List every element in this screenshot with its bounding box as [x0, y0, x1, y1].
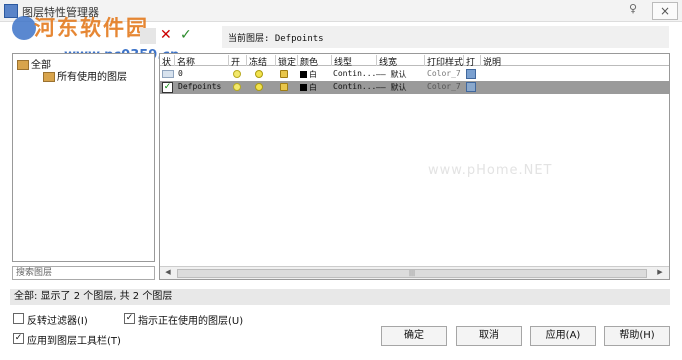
sun-icon[interactable] [255, 70, 263, 78]
col-status[interactable]: 状 [160, 55, 171, 68]
table-row[interactable]: 0 白 Contin... —— 默认 Color_7 [160, 68, 669, 81]
grid-header: 状 名称 开 冻结 锁定 颜色 线型 线宽 打印样式 打 说明 [160, 54, 669, 68]
apply-to-toolbar-label: 应用到图层工具栏(T) [27, 336, 121, 347]
scroll-right-icon[interactable]: ▶ [655, 268, 665, 278]
layer-lineweight[interactable]: —— 默认 [376, 82, 406, 93]
search-input[interactable]: 搜索图层 [12, 266, 155, 280]
col-freeze[interactable]: 冻结 [246, 55, 267, 68]
layer-linetype[interactable]: Contin... [333, 82, 376, 91]
indicate-used-checkbox[interactable]: ✓ [124, 313, 135, 324]
lock-icon[interactable] [280, 70, 288, 78]
app-icon [4, 4, 18, 18]
help-button[interactable]: 帮助(H) [604, 326, 670, 346]
scroll-left-icon[interactable]: ◀ [163, 268, 173, 278]
delete-layer-icon[interactable]: ✕ [160, 28, 176, 44]
current-layer-check-icon: ✓ [162, 82, 173, 93]
close-button[interactable]: × [652, 2, 678, 20]
horizontal-scrollbar[interactable]: ◀ ||| ▶ [160, 266, 669, 279]
col-color[interactable]: 颜色 [297, 55, 318, 68]
printer-icon[interactable] [466, 69, 476, 79]
col-lock[interactable]: 锁定 [275, 55, 296, 68]
layer-name: 0 [178, 69, 183, 78]
apply-to-toolbar-checkbox[interactable]: ✓ [13, 333, 24, 344]
color-name: 白 [309, 83, 317, 92]
col-lineweight[interactable]: 线宽 [376, 55, 397, 68]
current-layer-label: 当前图层: Defpoints [228, 34, 324, 44]
pin-button[interactable]: ♀ [622, 2, 644, 20]
apply-button[interactable]: 应用(A) [530, 326, 596, 346]
layer-color[interactable]: 白 [300, 82, 317, 93]
layer-linetype[interactable]: Contin... [333, 69, 376, 78]
invert-filter-checkbox[interactable] [13, 313, 24, 324]
col-linetype[interactable]: 线型 [331, 55, 352, 68]
layer-plot-style: Color_7 [427, 82, 461, 91]
bulb-icon[interactable] [233, 70, 241, 78]
table-row[interactable]: ✓ Defpoints 白 Contin... —— 默认 Color_7 [160, 81, 669, 94]
col-plot[interactable]: 打 [463, 55, 475, 68]
layer-plot-style: Color_7 [427, 69, 461, 78]
color-name: 白 [309, 70, 317, 79]
watermark-center: www.pHome.NET [428, 163, 553, 178]
new-layer-icon[interactable] [140, 28, 156, 44]
col-name[interactable]: 名称 [174, 55, 195, 68]
folder-icon [17, 60, 29, 70]
layer-color[interactable]: 白 [300, 69, 317, 80]
layer-toolbar: ✕ ✓ [12, 26, 192, 48]
indicate-used-label: 指示正在使用的图层(U) [138, 316, 244, 327]
set-current-icon[interactable]: ✓ [180, 28, 196, 44]
col-plot-style[interactable]: 打印样式 [424, 55, 463, 68]
bulb-icon[interactable] [233, 83, 241, 91]
invert-filter-label: 反转过滤器(I) [27, 316, 88, 327]
printer-icon[interactable] [466, 82, 476, 92]
layer-name: Defpoints [178, 82, 222, 91]
filter-tree: 全部 所有使用的图层 [12, 53, 155, 262]
cancel-button[interactable]: 取消 [456, 326, 522, 346]
sun-icon[interactable] [255, 83, 263, 91]
layer-grid: 状 名称 开 冻结 锁定 颜色 线型 线宽 打印样式 打 说明 0 白 Cont… [159, 53, 670, 280]
layer-status-icon [162, 70, 174, 78]
status-summary: 全部: 显示了 2 个图层, 共 2 个图层 [10, 289, 670, 305]
filter-icon [43, 72, 55, 82]
col-description[interactable]: 说明 [480, 55, 501, 68]
ok-button[interactable]: 确定 [381, 326, 447, 346]
tree-item-used-layers[interactable]: 所有使用的图层 [43, 68, 127, 83]
tree-item-label: 所有使用的图层 [57, 72, 127, 83]
lock-icon[interactable] [280, 83, 288, 91]
color-swatch [300, 71, 307, 78]
color-swatch [300, 84, 307, 91]
col-on[interactable]: 开 [228, 55, 240, 68]
scroll-thumb[interactable]: ||| [177, 269, 647, 278]
layer-lineweight[interactable]: —— 默认 [376, 69, 406, 80]
current-layer-display: 当前图层: Defpoints [222, 26, 669, 48]
